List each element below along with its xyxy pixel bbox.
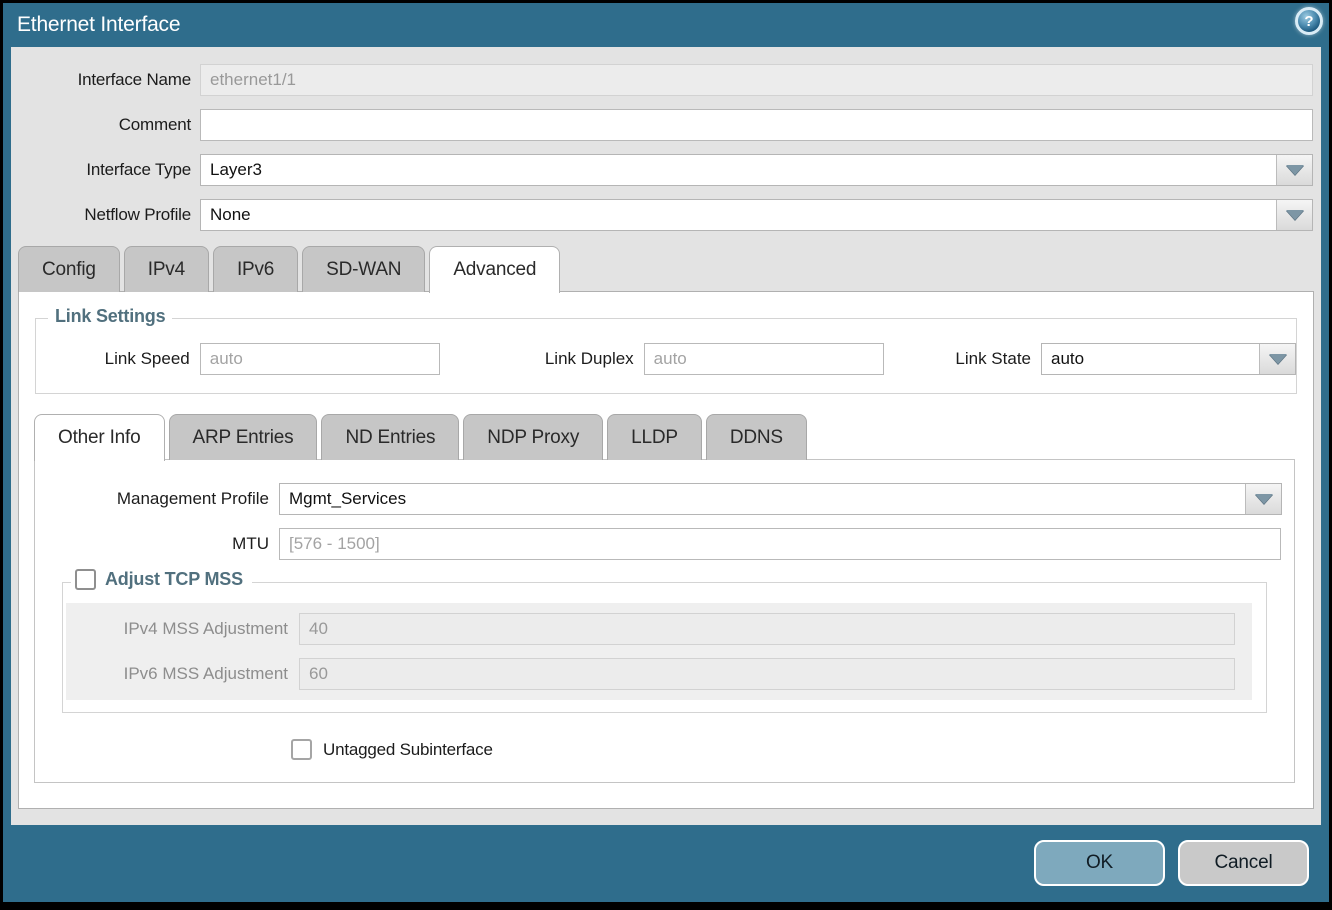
interface-type-row: Interface Type [11,154,1321,186]
cancel-button[interactable]: Cancel [1178,840,1309,886]
tab-lldp[interactable]: LLDP [607,414,702,460]
link-settings-legend: Link Settings [48,306,172,327]
comment-field[interactable] [200,109,1313,141]
chevron-down-icon [1286,210,1304,220]
link-state-dropdown-trigger[interactable] [1259,344,1295,374]
ipv4-mss-label: IPv4 MSS Adjustment [66,619,299,639]
advanced-tab-panel: Link Settings Link Speed Link Duplex Lin… [18,291,1314,809]
other-info-panel: Management Profile MTU [34,459,1295,783]
link-duplex-field[interactable] [644,343,885,375]
interface-name-row: Interface Name [11,64,1321,96]
link-speed-label: Link Speed [36,349,200,369]
interface-type-dropdown-trigger[interactable] [1276,155,1312,185]
chevron-down-icon [1269,354,1287,364]
untagged-subinterface-row: Untagged Subinterface [291,739,1294,760]
dialog-titlebar: Ethernet Interface ? [3,3,1329,47]
untagged-subinterface-checkbox[interactable] [291,739,312,760]
chevron-down-icon [1286,165,1304,175]
dialog-title: Ethernet Interface [17,13,180,37]
ipv4-mss-field [299,613,1235,645]
ethernet-interface-dialog: Ethernet Interface ? Interface Name Comm… [3,3,1329,902]
netflow-profile-value[interactable] [201,200,1276,230]
mtu-row: MTU [35,528,1294,560]
untagged-subinterface-label: Untagged Subinterface [323,740,493,760]
ok-button[interactable]: OK [1034,840,1165,886]
interface-type-select[interactable] [200,154,1313,186]
interface-type-label: Interface Type [11,160,200,180]
adjust-tcp-mss-checkbox[interactable] [75,569,96,590]
interface-name-field [200,64,1313,96]
main-tabs: Config IPv4 IPv6 SD-WAN Advanced [18,246,1321,292]
screen: Ethernet Interface ? Interface Name Comm… [0,0,1332,910]
interface-type-value[interactable] [201,155,1276,185]
tab-ipv4[interactable]: IPv4 [124,246,209,292]
mss-disabled-panel: IPv4 MSS Adjustment IPv6 MSS Adjustment [66,603,1252,700]
link-duplex-label: Link Duplex [490,349,643,369]
mtu-field[interactable] [279,528,1281,560]
comment-row: Comment [11,109,1321,141]
ipv4-mss-row: IPv4 MSS Adjustment [66,613,1252,645]
ipv6-mss-label: IPv6 MSS Adjustment [66,664,299,684]
management-profile-select[interactable] [279,483,1282,515]
dialog-body: Interface Name Comment Interface Type Ne… [11,47,1321,825]
tab-ndp-proxy[interactable]: NDP Proxy [463,414,603,460]
management-profile-label: Management Profile [35,489,279,509]
tab-advanced[interactable]: Advanced [429,246,560,293]
link-settings-fieldset: Link Settings Link Speed Link Duplex Lin… [35,318,1297,394]
interface-name-label: Interface Name [11,70,200,90]
netflow-profile-dropdown-trigger[interactable] [1276,200,1312,230]
link-settings-row: Link Speed Link Duplex Link State [36,343,1296,375]
netflow-profile-label: Netflow Profile [11,205,200,225]
ipv6-mss-field [299,658,1235,690]
chevron-down-icon [1255,494,1273,504]
dialog-footer: OK Cancel [3,825,1329,902]
netflow-profile-row: Netflow Profile [11,199,1321,231]
tab-ddns[interactable]: DDNS [706,414,807,460]
tab-config[interactable]: Config [18,246,120,292]
tab-other-info[interactable]: Other Info [34,414,165,461]
management-profile-value[interactable] [280,484,1245,514]
adjust-tcp-mss-fieldset: Adjust TCP MSS IPv4 MSS Adjustment IPv6 … [62,582,1267,713]
adjust-tcp-mss-legend: Adjust TCP MSS [71,569,252,590]
help-icon[interactable]: ? [1295,7,1323,35]
tab-ipv6[interactable]: IPv6 [213,246,298,292]
netflow-profile-select[interactable] [200,199,1313,231]
adjust-tcp-mss-caption: Adjust TCP MSS [105,569,243,590]
link-speed-field[interactable] [200,343,441,375]
link-state-value[interactable] [1042,344,1259,374]
mtu-label: MTU [35,534,279,554]
tab-sd-wan[interactable]: SD-WAN [302,246,425,292]
link-state-label: Link State [944,349,1041,369]
tab-arp-entries[interactable]: ARP Entries [169,414,318,460]
tab-nd-entries[interactable]: ND Entries [321,414,459,460]
management-profile-row: Management Profile [35,483,1294,515]
comment-label: Comment [11,115,200,135]
link-state-select[interactable] [1041,343,1296,375]
sub-tabs: Other Info ARP Entries ND Entries NDP Pr… [34,414,1313,460]
management-profile-dropdown-trigger[interactable] [1245,484,1281,514]
ipv6-mss-row: IPv6 MSS Adjustment [66,658,1252,690]
